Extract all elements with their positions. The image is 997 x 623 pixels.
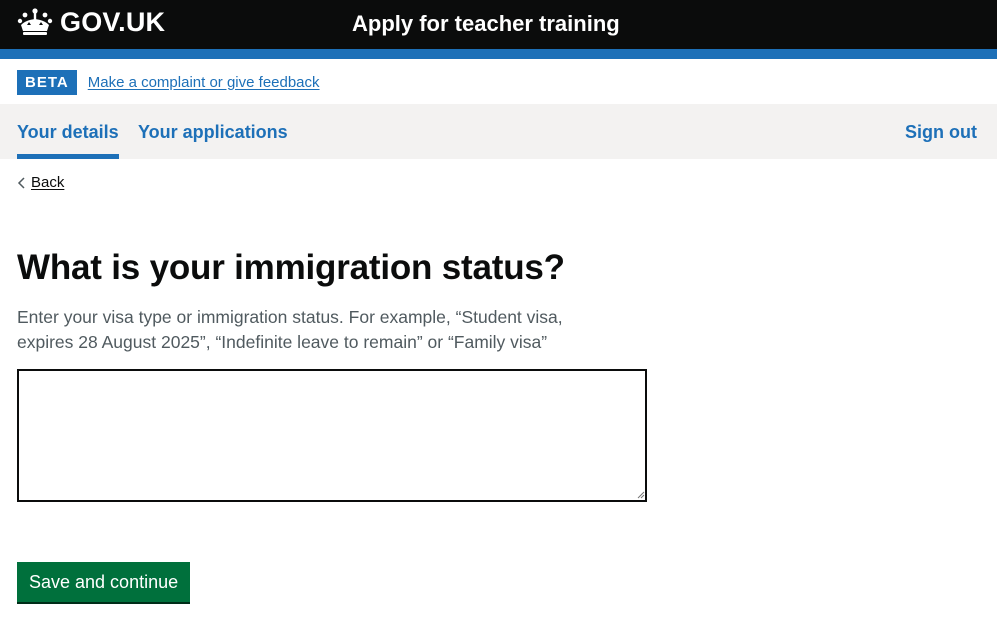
- page-title: What is your immigration status?: [17, 248, 565, 287]
- primary-navigation: Your details Your applications Sign out: [0, 104, 997, 159]
- back-link-label: Back: [31, 174, 65, 191]
- resize-grip-icon[interactable]: [635, 489, 645, 499]
- govuk-logo-link[interactable]: GOV.UK: [17, 7, 165, 37]
- logo-text: GOV.UK: [60, 7, 166, 37]
- save-and-continue-button[interactable]: Save and continue: [17, 562, 191, 602]
- back-link[interactable]: Back: [17, 174, 64, 191]
- feedback-link[interactable]: Make a complaint or give feedback: [88, 74, 320, 91]
- immigration-status-textarea[interactable]: [17, 369, 647, 502]
- phase-tag: BETA: [17, 69, 77, 95]
- crown-icon: [17, 8, 53, 35]
- nav-item-your-details[interactable]: Your details: [17, 104, 119, 159]
- field-hint: Enter your visa type or immigration stat…: [17, 307, 563, 352]
- phase-banner: BETA Make a complaint or give feedback: [0, 59, 997, 104]
- site-header: GOV.UK Apply for teacher training: [0, 0, 997, 49]
- header-blue-bar: [0, 49, 997, 59]
- service-name-link[interactable]: Apply for teacher training: [352, 9, 620, 39]
- chevron-left-icon: [17, 176, 25, 189]
- sign-out-link[interactable]: Sign out: [905, 104, 977, 159]
- nav-item-your-applications[interactable]: Your applications: [138, 104, 288, 159]
